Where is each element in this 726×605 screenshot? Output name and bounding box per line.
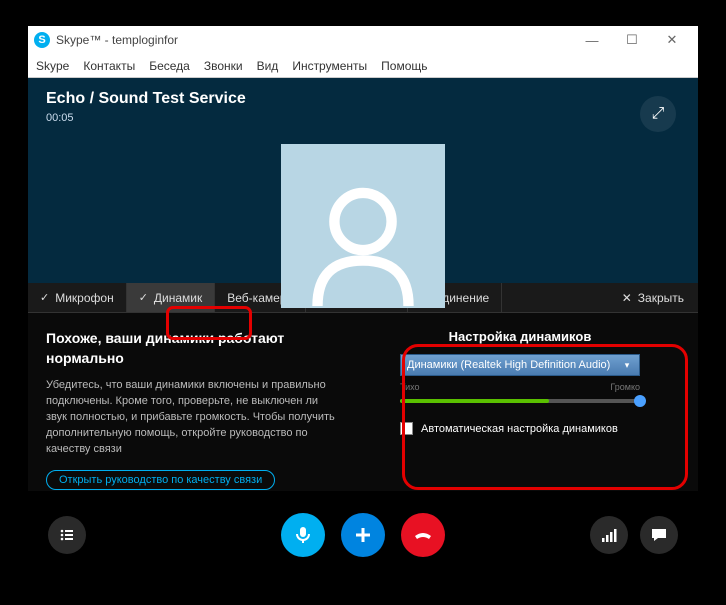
- mute-mic-button[interactable]: [281, 513, 325, 557]
- expand-button[interactable]: ⤢: [640, 96, 676, 132]
- tab-label: Микрофон: [55, 291, 113, 305]
- menu-tools[interactable]: Инструменты: [292, 59, 367, 73]
- plus-icon: [353, 525, 373, 545]
- volume-label-loud: Громко: [610, 382, 640, 392]
- tab-label: Динамик: [154, 291, 202, 305]
- tab-close-label: Закрыть: [638, 291, 684, 305]
- auto-adjust-label: Автоматическая настройка динамиков: [421, 423, 618, 435]
- end-call-button[interactable]: [401, 513, 445, 557]
- call-timer: 00:05: [46, 112, 680, 124]
- maximize-button[interactable]: ☐: [612, 29, 652, 51]
- window-title: Skype™ - temploginfor: [56, 33, 178, 47]
- close-window-button[interactable]: ✕: [652, 29, 692, 51]
- menu-contacts[interactable]: Контакты: [83, 59, 135, 73]
- close-icon: ✕: [622, 291, 632, 305]
- signal-bars-icon: [601, 527, 617, 543]
- slider-level-indicator: [400, 399, 549, 403]
- hangup-icon: [412, 524, 434, 546]
- skype-logo-icon: S: [34, 32, 50, 48]
- chat-bubble-icon: [650, 526, 668, 544]
- tab-microphone[interactable]: ✓ Микрофон: [28, 283, 127, 312]
- menu-calls[interactable]: Звонки: [204, 59, 243, 73]
- tab-speaker[interactable]: ✓ Динамик: [127, 283, 216, 312]
- speaker-device-select[interactable]: Динамики (Realtek High Definition Audio)…: [400, 354, 640, 376]
- chevron-down-icon: ▾: [619, 357, 635, 373]
- speaker-settings-title: Настройка динамиков: [366, 329, 674, 344]
- tab-close[interactable]: ✕ Закрыть: [608, 283, 698, 312]
- check-icon: ✓: [139, 291, 148, 304]
- volume-slider[interactable]: [400, 394, 640, 408]
- expand-icon: ⤢: [652, 105, 665, 123]
- list-icon: [59, 527, 75, 543]
- avatar-placeholder-icon: [298, 176, 428, 306]
- menu-view[interactable]: Вид: [257, 59, 279, 73]
- call-title: Echo / Sound Test Service: [46, 90, 680, 108]
- call-quality-button[interactable]: [590, 516, 628, 554]
- menu-conversation[interactable]: Беседа: [149, 59, 190, 73]
- add-participant-button[interactable]: [341, 513, 385, 557]
- menu-skype[interactable]: Skype: [36, 59, 69, 73]
- panel-body: Убедитесь, что ваши динамики включены и …: [46, 378, 340, 458]
- settings-panel: Похоже, ваши динамики работают нормально…: [28, 313, 698, 491]
- window-titlebar: S Skype™ - temploginfor — ☐ ✕: [28, 26, 698, 54]
- slider-knob[interactable]: [634, 395, 646, 407]
- speaker-device-value: Динамики (Realtek High Definition Audio): [407, 359, 610, 371]
- auto-adjust-checkbox[interactable]: [400, 422, 413, 435]
- help-guide-button[interactable]: Открыть руководство по качеству связи: [46, 470, 275, 490]
- minimize-button[interactable]: —: [572, 29, 612, 51]
- menu-help[interactable]: Помощь: [381, 59, 427, 73]
- microphone-icon: [293, 525, 313, 545]
- menu-bar: Skype Контакты Беседа Звонки Вид Инструм…: [28, 54, 698, 78]
- panel-heading: Похоже, ваши динамики работают нормально: [46, 329, 340, 368]
- call-controls: [28, 491, 698, 579]
- volume-label-quiet: Тихо: [400, 382, 420, 392]
- call-area: Echo / Sound Test Service 00:05 ⤢: [28, 78, 698, 283]
- contact-avatar: [281, 144, 445, 308]
- check-icon: ✓: [40, 291, 49, 304]
- options-button[interactable]: [48, 516, 86, 554]
- chat-button[interactable]: [640, 516, 678, 554]
